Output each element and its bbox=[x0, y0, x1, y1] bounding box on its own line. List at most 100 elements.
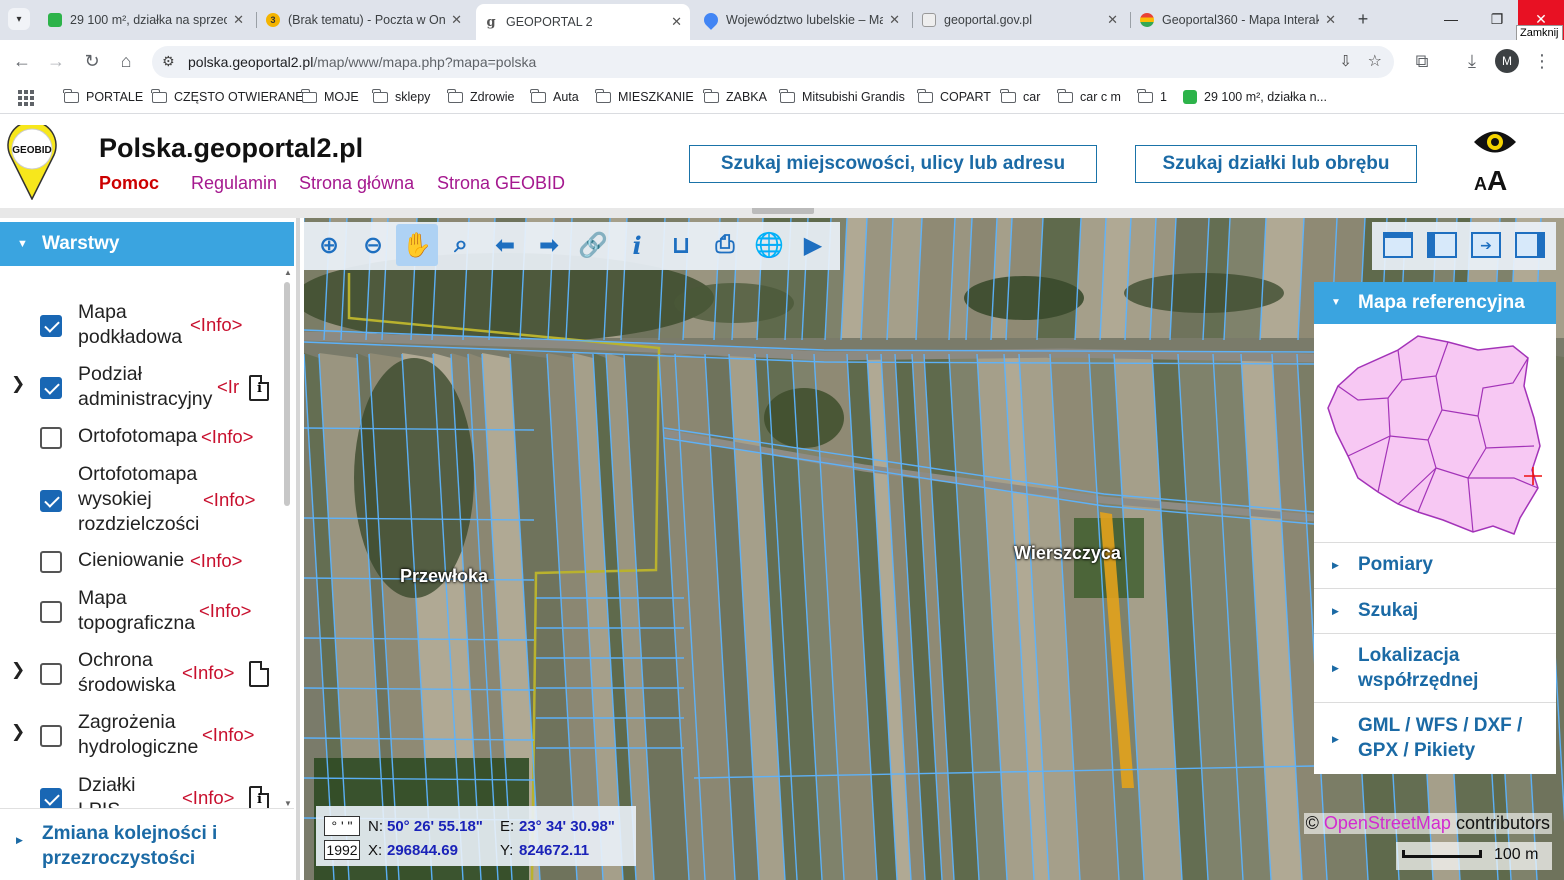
tab-close-icon[interactable]: ✕ bbox=[233, 12, 244, 28]
reference-map-header[interactable]: ▼ Mapa referencyjna bbox=[1314, 282, 1556, 324]
bookmark-folder[interactable]: 1 bbox=[1137, 88, 1167, 104]
pan-hand-icon[interactable]: ✋ bbox=[396, 224, 438, 266]
layer-info-link[interactable]: <Info> bbox=[190, 548, 242, 573]
forward-arrow-icon[interactable]: → bbox=[44, 50, 68, 74]
downloads-icon[interactable]: ⤓ bbox=[1460, 50, 1484, 74]
extensions-icon[interactable]: ⧉ bbox=[1410, 50, 1434, 74]
font-size-toggle[interactable]: AA bbox=[1474, 165, 1507, 197]
layer-order-section[interactable]: ▶ Zmiana kolejności i przezroczystości bbox=[0, 808, 294, 880]
install-app-icon[interactable]: ⇩ bbox=[1339, 52, 1352, 70]
map-view[interactable]: ⊕ ⊖ ✋ ⌕ ⬅ ➡ 🔗 i ⊔ ⎙ 🌐 ▶ ➔ Przewłoka Wier… bbox=[304, 218, 1564, 880]
geobid-logo[interactable]: GEOBID bbox=[6, 125, 58, 200]
previous-view-icon[interactable]: ⬅ bbox=[484, 224, 526, 266]
menu-kebab-icon[interactable]: ⋮ bbox=[1530, 50, 1554, 74]
print-icon[interactable]: ⎙ bbox=[704, 224, 746, 266]
address-bar[interactable]: ⚙ polska.geoportal2.pl/map/www/mapa.php?… bbox=[152, 46, 1394, 78]
search-section[interactable]: ▶ Szukaj bbox=[1314, 588, 1556, 633]
document-icon[interactable] bbox=[249, 661, 269, 687]
rules-link[interactable]: Regulamin bbox=[191, 173, 277, 194]
bookmark-folder[interactable]: PORTALE bbox=[63, 88, 143, 104]
layer-checkbox[interactable] bbox=[40, 725, 62, 747]
osm-link[interactable]: OpenStreetMap bbox=[1324, 813, 1451, 833]
gml-export-section[interactable]: ▶ GML / WFS / DXF / GPX / Pikiety bbox=[1314, 702, 1556, 774]
layer-checkbox[interactable] bbox=[40, 601, 62, 623]
expand-chevron-icon[interactable]: ❯ bbox=[11, 660, 25, 680]
layer-checkbox[interactable] bbox=[40, 663, 62, 685]
measure-ruler-icon[interactable]: ⊔ bbox=[660, 224, 702, 266]
layer-info-link[interactable]: <Info> bbox=[203, 487, 255, 512]
layer-checkbox[interactable] bbox=[40, 551, 62, 573]
layers-scrollbar[interactable]: ▲ ▼ bbox=[282, 268, 294, 808]
degree-units-toggle[interactable]: ° ' " bbox=[324, 816, 360, 836]
url-text[interactable]: polska.geoportal2.pl/map/www/mapa.php?ma… bbox=[188, 54, 536, 70]
document-info-icon[interactable]: i bbox=[249, 375, 269, 401]
tab-search-button[interactable]: ▾ bbox=[8, 8, 30, 30]
expand-chevron-icon[interactable]: ❯ bbox=[11, 374, 25, 394]
bookmark-folder[interactable]: MIESZKANIE bbox=[595, 88, 694, 104]
back-arrow-icon[interactable]: ← bbox=[10, 50, 34, 74]
bookmark-folder[interactable]: ZABKA bbox=[703, 88, 767, 104]
layer-info-link[interactable]: <Info> bbox=[182, 660, 234, 685]
zoom-in-icon[interactable]: ⊕ bbox=[308, 224, 350, 266]
search-parcel-button[interactable]: Szukaj działki lub obrębu bbox=[1135, 145, 1417, 183]
bookmark-folder[interactable]: car bbox=[1000, 88, 1040, 104]
bookmark-folder[interactable]: sklepy bbox=[372, 88, 430, 104]
reload-icon[interactable]: ↻ bbox=[80, 50, 104, 74]
link-icon[interactable]: 🔗 bbox=[572, 224, 614, 266]
layer-info-link[interactable]: <Info> bbox=[201, 424, 253, 449]
layer-info-link[interactable]: <Info> bbox=[202, 722, 254, 747]
layer-checkbox[interactable] bbox=[40, 377, 62, 399]
info-icon[interactable]: i bbox=[616, 224, 658, 266]
layout-export-icon[interactable]: ➔ bbox=[1466, 224, 1506, 266]
tab-close-icon[interactable]: ✕ bbox=[451, 12, 462, 28]
bookmark-folder[interactable]: MOJE bbox=[301, 88, 359, 104]
scroll-up-icon[interactable]: ▲ bbox=[284, 268, 292, 277]
epsg1992-units-toggle[interactable]: 1992 bbox=[324, 840, 360, 860]
profile-avatar[interactable]: M bbox=[1495, 49, 1519, 73]
bookmark-folder[interactable]: Mitsubishi Grandis bbox=[779, 88, 905, 104]
measure-section[interactable]: ▶ Pomiary bbox=[1314, 542, 1556, 588]
tab-close-icon[interactable]: ✕ bbox=[671, 14, 682, 30]
apps-grid-icon[interactable] bbox=[18, 90, 34, 106]
browser-tab[interactable]: geoportal.gov.pl ✕ bbox=[914, 6, 1126, 34]
layout-full-icon[interactable] bbox=[1378, 224, 1418, 266]
home-link[interactable]: Strona główna bbox=[299, 173, 414, 194]
new-tab-button[interactable]: + bbox=[1350, 8, 1376, 32]
scroll-down-icon[interactable]: ▼ bbox=[284, 799, 292, 808]
site-info-icon[interactable]: ⚙ bbox=[162, 53, 175, 70]
bookmark-folder[interactable]: Auta bbox=[530, 88, 579, 104]
layer-info-link[interactable]: <Info> bbox=[182, 785, 234, 808]
bookmark-link[interactable]: 29 100 m², działka n... bbox=[1183, 90, 1327, 104]
tab-close-icon[interactable]: ✕ bbox=[1325, 12, 1336, 28]
search-place-button[interactable]: Szukaj miejscowości, ulicy lub adresu bbox=[689, 145, 1097, 183]
layer-checkbox[interactable] bbox=[40, 490, 62, 512]
tab-close-icon[interactable]: ✕ bbox=[1107, 12, 1118, 28]
bookmark-folder[interactable]: Zdrowie bbox=[447, 88, 514, 104]
geobid-link[interactable]: Strona GEOBID bbox=[437, 173, 565, 194]
bookmark-folder[interactable]: COPART bbox=[917, 88, 991, 104]
minimize-icon[interactable]: — bbox=[1428, 0, 1474, 40]
layer-checkbox[interactable] bbox=[40, 315, 62, 337]
zoom-out-icon[interactable]: ⊖ bbox=[352, 224, 394, 266]
eye-icon[interactable] bbox=[1472, 127, 1518, 157]
zoom-extent-icon[interactable]: ⌕ bbox=[440, 224, 482, 266]
layer-info-link[interactable]: <Info> bbox=[199, 598, 251, 623]
browser-tab[interactable]: Województwo lubelskie – Mapy ✕ bbox=[696, 6, 908, 34]
layer-info-link[interactable]: <Ir bbox=[217, 374, 239, 399]
bookmark-folder[interactable]: car c m bbox=[1057, 88, 1121, 104]
next-view-icon[interactable]: ➡ bbox=[528, 224, 570, 266]
help-link[interactable]: Pomoc bbox=[99, 173, 159, 194]
video-camera-icon[interactable]: ▶ bbox=[792, 224, 834, 266]
poland-overview-map[interactable] bbox=[1318, 328, 1552, 540]
bookmark-star-icon[interactable]: ☆ bbox=[1368, 51, 1382, 71]
tab-close-icon[interactable]: ✕ bbox=[889, 12, 900, 28]
scrollbar-thumb[interactable] bbox=[284, 282, 290, 506]
layer-checkbox[interactable] bbox=[40, 788, 62, 808]
home-icon[interactable]: ⌂ bbox=[114, 50, 138, 74]
browser-tab[interactable]: Geoportal360 - Mapa Interaktywna ✕ bbox=[1132, 6, 1344, 34]
layer-checkbox[interactable] bbox=[40, 427, 62, 449]
layout-left-panel-icon[interactable] bbox=[1422, 224, 1462, 266]
browser-tab-active[interactable]: g GEOPORTAL 2 ✕ bbox=[476, 4, 690, 40]
layout-right-panel-icon[interactable] bbox=[1510, 224, 1550, 266]
browser-tab[interactable]: 29 100 m², działka na sprzedaż ✕ bbox=[40, 6, 252, 34]
